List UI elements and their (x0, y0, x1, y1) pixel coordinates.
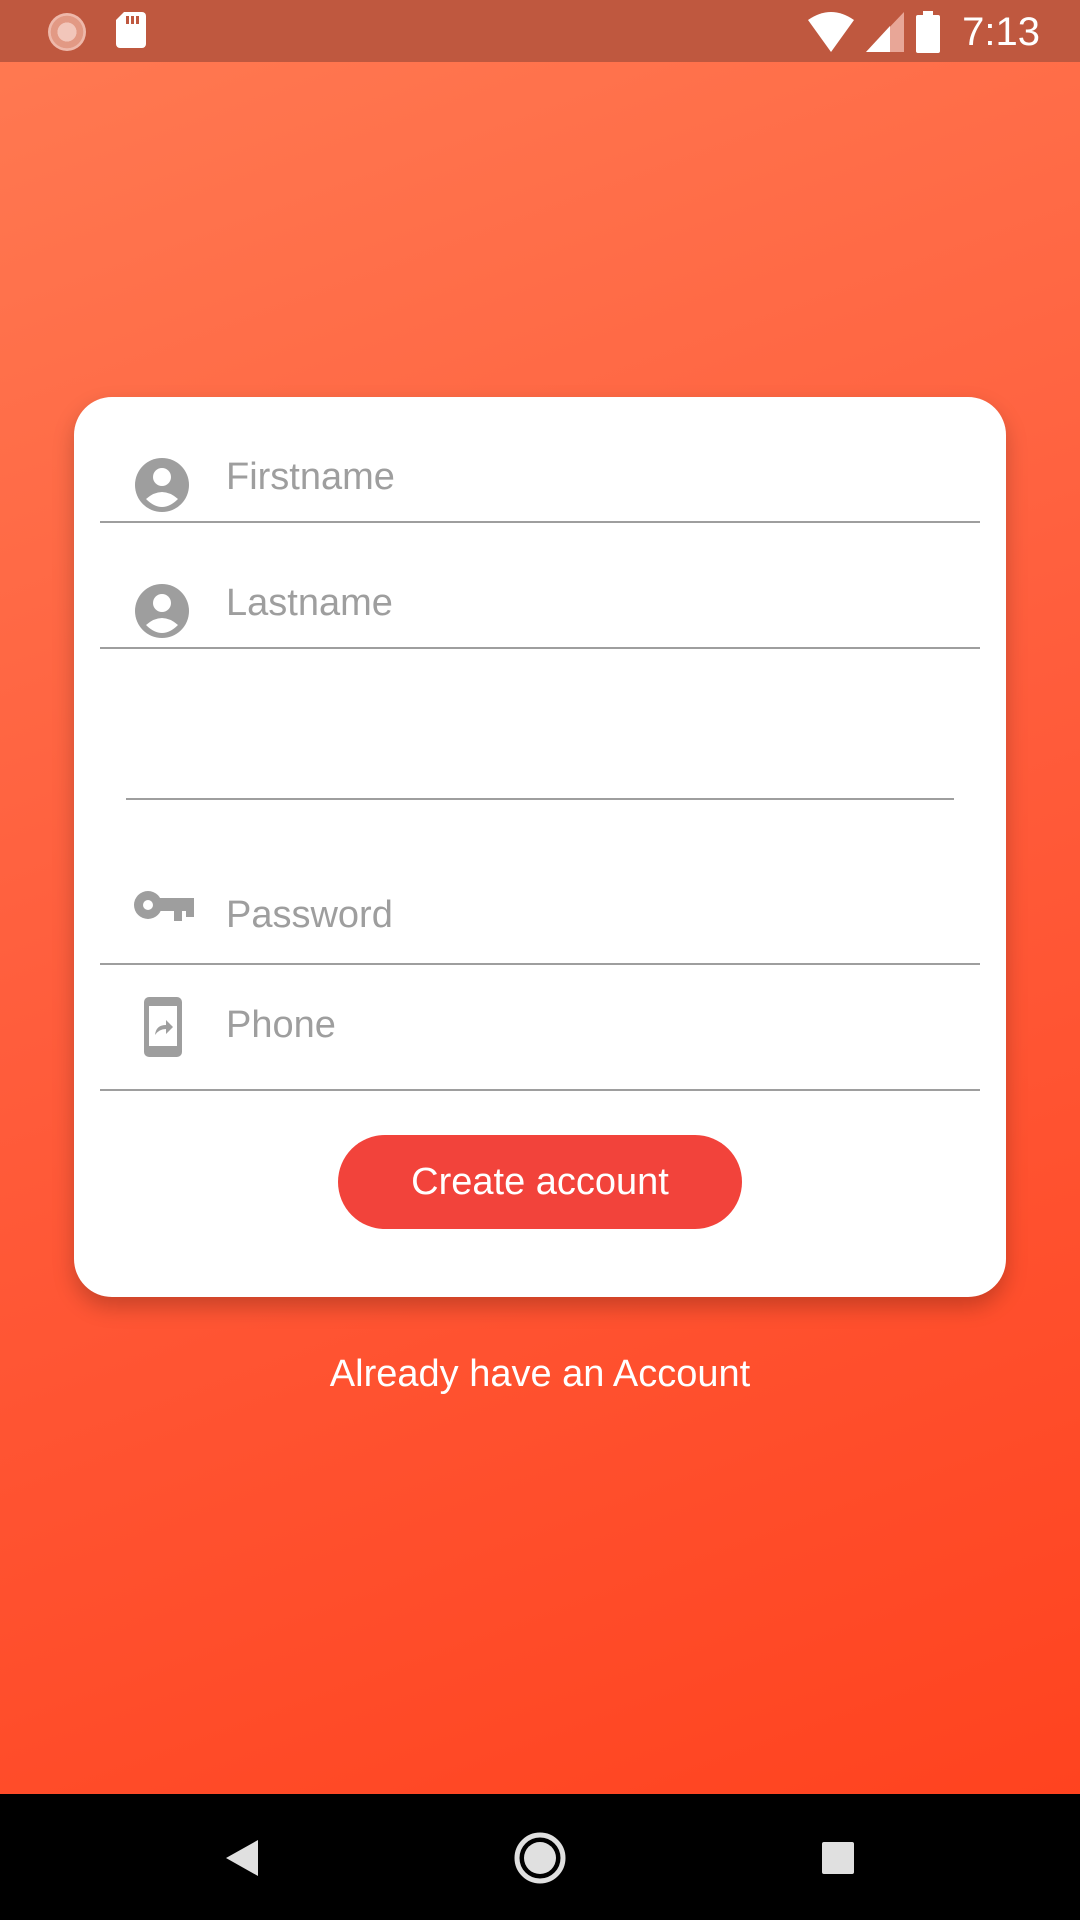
phone-underline (100, 1089, 980, 1091)
cellular-signal-icon (866, 12, 905, 52)
key-icon (134, 891, 194, 921)
signup-screen: 7:13 Firstname Lastname Password Phone C… (0, 0, 1080, 1920)
password-placeholder: Password (226, 894, 393, 936)
email-field[interactable] (126, 697, 954, 800)
lastname-placeholder: Lastname (226, 582, 393, 624)
lastname-field[interactable]: Lastname (100, 523, 980, 649)
phone-field[interactable]: Phone (100, 965, 980, 1091)
back-icon[interactable] (210, 1826, 274, 1890)
account-circle-icon (135, 584, 189, 638)
home-icon[interactable] (508, 1826, 572, 1890)
lastname-underline (100, 647, 980, 649)
create-account-button[interactable]: Create account (338, 1135, 742, 1229)
wifi-icon (808, 12, 855, 52)
navigation-bar (0, 1794, 1080, 1920)
already-have-account-link[interactable]: Already have an Account (0, 1349, 1080, 1399)
status-time: 7:13 (962, 10, 1040, 54)
recents-icon[interactable] (806, 1826, 870, 1890)
loading-indicator-icon (48, 13, 86, 51)
battery-icon (916, 11, 941, 53)
firstname-placeholder: Firstname (226, 456, 395, 498)
sd-card-icon (116, 12, 146, 48)
status-bar: 7:13 (0, 0, 1080, 62)
email-underline (126, 798, 954, 800)
firstname-field[interactable]: Firstname (100, 397, 980, 523)
password-field[interactable]: Password (100, 835, 980, 965)
signup-card: Firstname Lastname Password Phone Create… (74, 397, 1006, 1297)
account-circle-icon (135, 458, 189, 512)
phone-placeholder: Phone (226, 1004, 336, 1046)
phone-forward-icon (144, 997, 182, 1057)
